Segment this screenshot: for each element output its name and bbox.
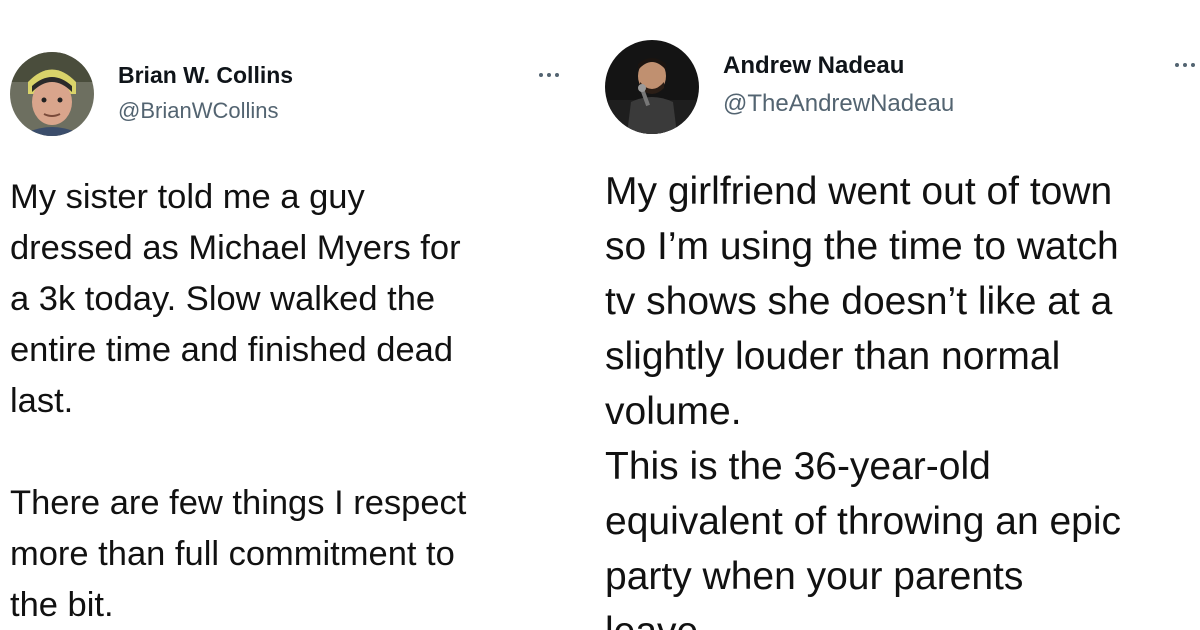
tweet-text-line: This is the 36-year-old <box>605 445 991 488</box>
author-name[interactable]: Andrew Nadeau <box>723 52 904 80</box>
more-horizontal-icon <box>1175 63 1179 67</box>
paragraph-break <box>10 427 466 478</box>
tweet-text: My sister told me a guy dressed as Micha… <box>10 172 466 630</box>
tweet-text-line: volume. <box>605 390 742 433</box>
tweet-text-line: tv shows she doesn’t like at a <box>605 280 1113 323</box>
avatar[interactable] <box>10 52 94 136</box>
tweet-text-line: last. <box>10 382 74 420</box>
tweet-card-brian: Brian W. Collins @BrianWCollins My siste… <box>0 0 585 630</box>
tweet-card-andrew: Andrew Nadeau @TheAndrewNadeau My girlfr… <box>585 0 1200 630</box>
author-handle[interactable]: @BrianWCollins <box>118 98 278 124</box>
avatar-photo-icon <box>605 40 699 134</box>
avatar[interactable] <box>605 40 699 134</box>
tweet-text: My girlfriend went out of town so I’m us… <box>605 164 1121 630</box>
tweet-text-line: My girlfriend went out of town <box>605 170 1113 213</box>
tweet-text-line: the bit. <box>10 586 114 624</box>
tweet-text-line: dressed as Michael Myers for <box>10 229 461 267</box>
tweet-text-line: leave. <box>605 604 1121 630</box>
tweet-text-line: a 3k today. Slow walked the <box>10 280 436 318</box>
author-handle[interactable]: @TheAndrewNadeau <box>723 90 954 118</box>
author-name[interactable]: Brian W. Collins <box>118 62 293 89</box>
tweet-text-line: equivalent of throwing an epic <box>605 500 1122 543</box>
tweet-text-line: My sister told me a guy <box>10 178 365 216</box>
tweet-text-line: party when your parents <box>605 555 1024 598</box>
tweet-text-line: entire time and finished dead <box>10 331 454 369</box>
more-options-button[interactable] <box>539 73 559 77</box>
tweet-text-line: more than full commitment to <box>10 535 455 573</box>
tweet-text-line: slightly louder than normal <box>605 335 1061 378</box>
tweet-text-line: so I’m using the time to watch <box>605 225 1119 268</box>
tweet-text-line: There are few things I respect <box>10 484 467 522</box>
avatar-photo-icon <box>10 52 94 136</box>
more-horizontal-icon <box>539 73 543 77</box>
more-options-button[interactable] <box>1175 63 1195 67</box>
